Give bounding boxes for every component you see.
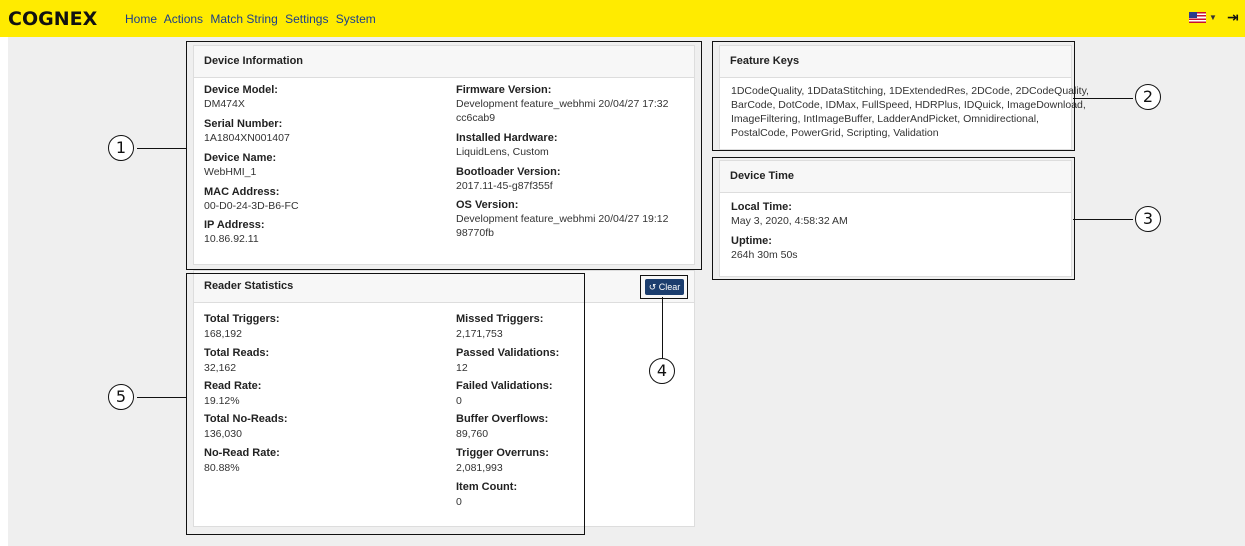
device-name-label: Device Name:	[204, 152, 277, 164]
buffer-overflows-label: Buffer Overflows:	[456, 413, 549, 425]
feature-keys-line: PostalCode, PowerGrid, Scripting, Valida…	[731, 127, 939, 139]
serial-number-value: 1A1804XN001407	[204, 132, 290, 144]
feature-keys-line: ImageFiltering, IntImageBuffer, LadderAn…	[731, 113, 1039, 125]
us-flag-icon[interactable]	[1189, 12, 1206, 23]
cognex-logo: COGNEX	[8, 8, 98, 30]
callout-line-1	[137, 148, 187, 149]
failed-validations-label: Failed Validations:	[456, 380, 553, 392]
item-count-label: Item Count:	[456, 481, 518, 493]
bootloader-version-label: Bootloader Version:	[456, 166, 561, 178]
nav-settings[interactable]: Settings	[285, 12, 328, 26]
local-time-label: Local Time:	[731, 201, 792, 213]
read-rate-label: Read Rate:	[204, 380, 262, 392]
device-model-label: Device Model:	[204, 84, 278, 96]
installed-hardware-label: Installed Hardware:	[456, 132, 558, 144]
serial-number-label: Serial Number:	[204, 118, 283, 130]
clear-button-label: Clear	[658, 282, 681, 292]
callout-line-5	[137, 397, 187, 398]
missed-triggers-value: 2,171,753	[456, 328, 503, 340]
nav-system[interactable]: System	[336, 12, 376, 26]
item-count-value: 0	[456, 496, 462, 508]
clear-button[interactable]: ↺ Clear	[645, 279, 684, 295]
total-no-reads-value: 136,030	[204, 428, 242, 440]
callout-line-3	[1073, 219, 1133, 220]
ip-address-value: 10.86.92.11	[204, 233, 259, 245]
reader-statistics-card: Reader Statistics	[193, 270, 695, 527]
mac-address-value: 00-D0-24-3D-B6-FC	[204, 200, 299, 212]
firmware-version-value: Development feature_webhmi 20/04/27 17:3…	[456, 98, 669, 110]
top-navbar: COGNEX Home Actions Match String Setting…	[0, 0, 1245, 37]
nav-actions[interactable]: Actions	[164, 12, 203, 26]
no-read-rate-value: 80.88%	[204, 462, 240, 474]
callout-number-2: 2	[1135, 84, 1161, 110]
os-version-label: OS Version:	[456, 199, 519, 211]
device-information-title: Device Information	[194, 46, 694, 78]
firmware-version-hash: cc6cab9	[456, 112, 496, 124]
total-no-reads-label: Total No-Reads:	[204, 413, 288, 425]
passed-validations-label: Passed Validations:	[456, 347, 560, 359]
ip-address-label: IP Address:	[204, 219, 265, 231]
nav-match-string[interactable]: Match String	[210, 12, 277, 26]
device-time-title: Device Time	[720, 161, 1071, 193]
installed-hardware-value: LiquidLens, Custom	[456, 146, 549, 158]
callout-number-1: 1	[108, 135, 134, 161]
bootloader-version-value: 2017.11-45-g87f355f	[456, 180, 553, 192]
no-read-rate-label: No-Read Rate:	[204, 447, 280, 459]
device-model-value: DM474X	[204, 98, 245, 110]
callout-number-3: 3	[1135, 206, 1161, 232]
callout-number-4: 4	[649, 358, 675, 384]
nav-home[interactable]: Home	[125, 12, 157, 26]
logout-icon[interactable]: ⇥	[1227, 9, 1239, 26]
reset-icon: ↺	[648, 282, 657, 292]
failed-validations-value: 0	[456, 395, 462, 407]
local-time-value: May 3, 2020, 4:58:32 AM	[731, 215, 848, 227]
mac-address-label: MAC Address:	[204, 186, 280, 198]
trigger-overruns-label: Trigger Overruns:	[456, 447, 549, 459]
passed-validations-value: 12	[456, 362, 468, 374]
main-nav: Home Actions Match String Settings Syste…	[125, 12, 380, 26]
buffer-overflows-value: 89,760	[456, 428, 489, 440]
feature-keys-title: Feature Keys	[720, 46, 1071, 78]
callout-number-5: 5	[108, 384, 134, 410]
chevron-down-icon[interactable]: ▼	[1209, 13, 1217, 22]
trigger-overruns-value: 2,081,993	[456, 462, 503, 474]
device-name-value: WebHMI_1	[204, 166, 257, 178]
reader-statistics-title: Reader Statistics	[194, 271, 694, 303]
callout-line-4	[662, 297, 663, 358]
firmware-version-label: Firmware Version:	[456, 84, 552, 96]
feature-keys-line: 1DCodeQuality, 1DDataStitching, 1DExtend…	[731, 85, 1089, 97]
feature-keys-line: BarCode, DotCode, IDMax, FullSpeed, HDRP…	[731, 99, 1086, 111]
read-rate-value: 19.12%	[204, 395, 240, 407]
os-version-value: Development feature_webhmi 20/04/27 19:1…	[456, 213, 669, 225]
total-triggers-value: 168,192	[204, 328, 242, 340]
total-reads-label: Total Reads:	[204, 347, 270, 359]
uptime-value: 264h 30m 50s	[731, 249, 798, 261]
total-triggers-label: Total Triggers:	[204, 313, 280, 325]
callout-line-2	[1073, 98, 1133, 99]
uptime-label: Uptime:	[731, 235, 772, 247]
total-reads-value: 32,162	[204, 362, 237, 374]
os-version-hash: 98770fb	[456, 227, 494, 239]
missed-triggers-label: Missed Triggers:	[456, 313, 544, 325]
